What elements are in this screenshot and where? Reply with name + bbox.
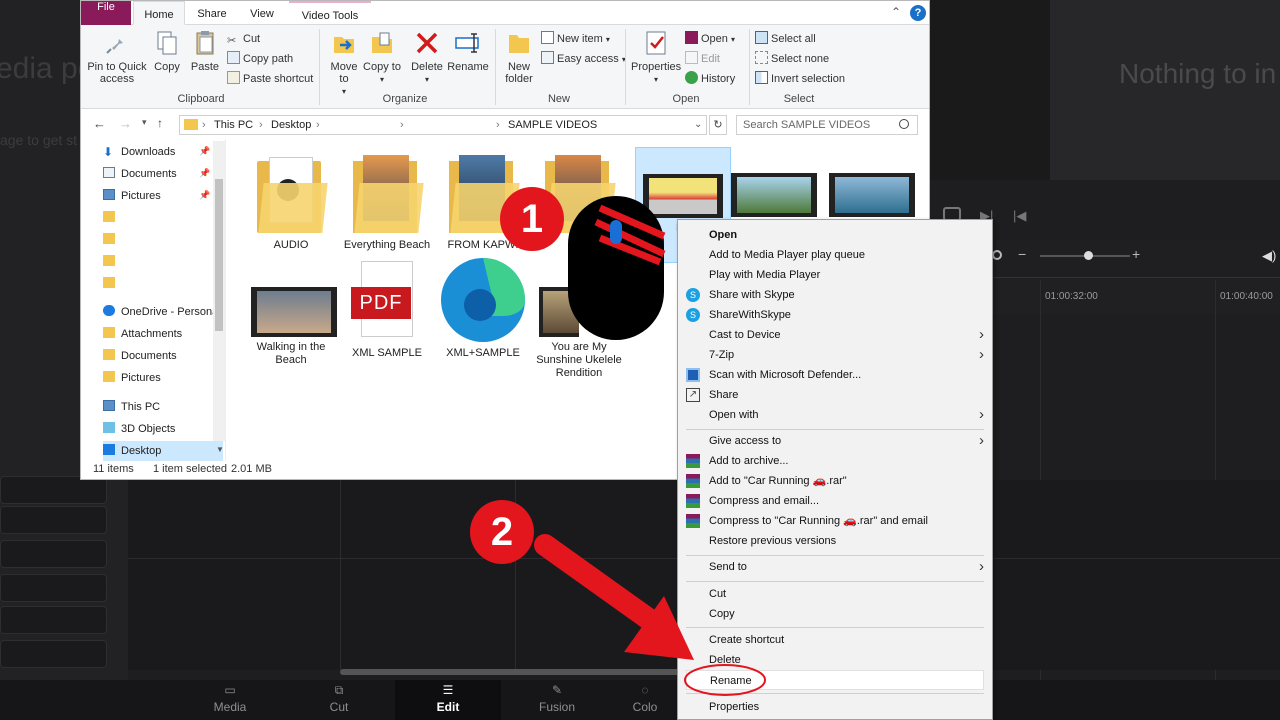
tutorial-annotations: [534, 196, 766, 696]
red-arrow-pointer: [534, 534, 694, 660]
rename-highlight-circle: [684, 664, 766, 696]
step-2-badge: 2: [470, 500, 534, 564]
mouse-right-click-icon: [568, 196, 666, 340]
step-1-badge: 1: [500, 187, 564, 251]
